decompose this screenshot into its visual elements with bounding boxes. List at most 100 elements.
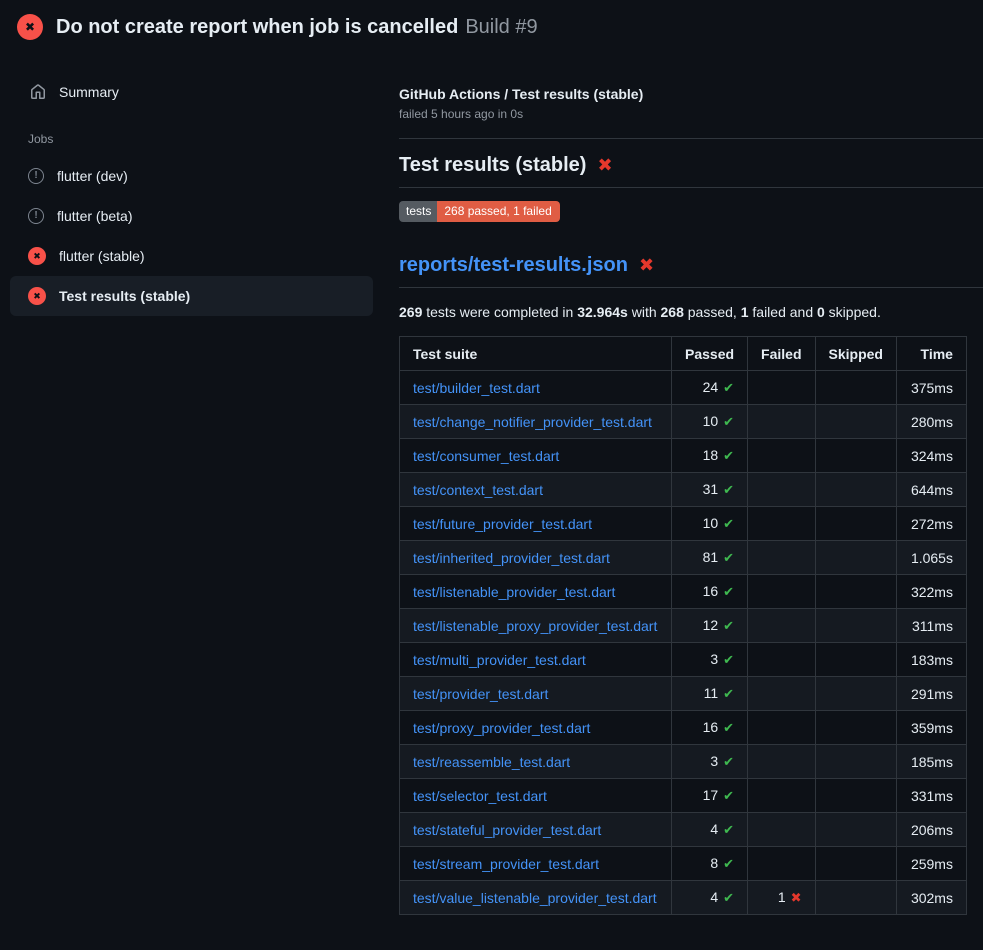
skipped-cell [815,745,896,779]
test-suite-link[interactable]: test/selector_test.dart [413,788,547,804]
skipped-cell [815,643,896,677]
home-icon [30,84,46,100]
test-suite-cell: test/value_listenable_provider_test.dart [400,881,672,915]
test-suite-link[interactable]: test/stateful_provider_test.dart [413,822,601,838]
failed-cell [748,473,815,507]
badge-value: 268 passed, 1 failed [437,201,559,222]
column-header-time: Time [896,337,966,371]
table-row: test/stream_provider_test.dart8✔259ms [400,847,967,881]
skipped-count: 0 [817,304,825,320]
passed-cell: 16✔ [672,711,748,745]
cross-icon: ✖ [791,890,802,905]
test-suite-link[interactable]: test/value_listenable_provider_test.dart [413,890,657,906]
test-suite-cell: test/change_notifier_provider_test.dart [400,405,672,439]
table-row: test/context_test.dart31✔644ms [400,473,967,507]
time-cell: 324ms [896,439,966,473]
column-header-passed: Passed [672,337,748,371]
check-icon: ✔ [723,856,734,871]
sidebar-item-flutter-stable[interactable]: ✖flutter (stable) [10,236,373,276]
sidebar-item-summary[interactable]: Summary [0,74,383,110]
test-suite-link[interactable]: test/provider_test.dart [413,686,548,702]
cancelled-status-icon: ! [28,168,44,184]
time-cell: 1.065s [896,541,966,575]
test-suite-link[interactable]: test/inherited_provider_test.dart [413,550,610,566]
test-suite-link[interactable]: test/listenable_proxy_provider_test.dart [413,618,657,634]
skipped-cell [815,575,896,609]
results-summary: 269 tests were completed in 32.964s with… [399,304,983,320]
table-row: test/future_provider_test.dart10✔272ms [400,507,967,541]
skipped-cell [815,813,896,847]
skipped-cell [815,405,896,439]
test-suite-cell: test/listenable_proxy_provider_test.dart [400,609,672,643]
check-icon: ✔ [723,788,734,803]
skipped-cell [815,541,896,575]
check-icon: ✔ [723,448,734,463]
summary-text: with [628,304,661,320]
table-row: test/multi_provider_test.dart 3✔ 183ms [400,643,967,677]
test-suite-cell: test/context_test.dart [400,473,672,507]
sidebar-item-flutter-dev[interactable]: ! flutter (dev) [10,156,373,196]
test-suite-link[interactable]: test/multi_provider_test.dart [413,652,586,668]
passed-cell: 10✔ [672,405,748,439]
table-row: test/listenable_provider_test.dart 16✔ 322… [400,575,967,609]
passed-cell: 16✔ [672,575,748,609]
sidebar-item-label: flutter (dev) [57,168,128,184]
passed-cell: 3✔ [672,643,748,677]
failed-cell [748,745,815,779]
time-cell: 280ms [896,405,966,439]
report-heading: reports/test-results.json ✖ [399,254,983,288]
skipped-cell [815,881,896,915]
test-suite-link[interactable]: test/consumer_test.dart [413,448,559,464]
test-suite-cell: test/stream_provider_test.dart [400,847,672,881]
skipped-cell [815,507,896,541]
test-suite-cell: test/consumer_test.dart [400,439,672,473]
test-suite-link[interactable]: test/builder_test.dart [413,380,540,396]
check-icon: ✔ [723,618,734,633]
build-failed-icon: ✖ [17,14,43,40]
sidebar-item-test-results-stable[interactable]: ✖Test results (stable) [10,276,373,316]
failed-cell: 1✖ [748,881,815,915]
test-suite-cell: test/proxy_provider_test.dart [400,711,672,745]
build-title: Do not create report when job is cancell… [56,16,458,39]
test-suite-link[interactable]: test/context_test.dart [413,482,543,498]
test-suite-cell: test/stateful_provider_test.dart [400,813,672,847]
test-suite-link[interactable]: test/proxy_provider_test.dart [413,720,590,736]
time-cell: 183ms [896,643,966,677]
passed-cell: 10✔ [672,507,748,541]
test-suite-link[interactable]: test/future_provider_test.dart [413,516,592,532]
sidebar-item-flutter-beta[interactable]: ! flutter (beta) [10,196,373,236]
sidebar-item-label: flutter (stable) [59,248,145,264]
cancelled-status-icon: ! [28,208,44,224]
test-suite-link[interactable]: test/reassemble_test.dart [413,754,570,770]
test-suite-link[interactable]: test/change_notifier_provider_test.dart [413,414,652,430]
check-icon: ✔ [723,686,734,701]
table-row: test/builder_test.dart24✔375ms [400,371,967,405]
column-header-failed: Failed [748,337,815,371]
time-cell: 322ms [896,575,966,609]
failed-cell [748,371,815,405]
table-header-row: Test suite Passed Failed Skipped Time [400,337,967,371]
sidebar-item-label: flutter (beta) [57,208,132,224]
passed-cell: 8✔ [672,847,748,881]
total-count: 269 [399,304,422,320]
failed-cell [748,779,815,813]
test-suite-cell: test/selector_test.dart [400,779,672,813]
time-cell: 311ms [896,609,966,643]
total-time: 32.964s [577,304,628,320]
time-cell: 185ms [896,745,966,779]
time-cell: 644ms [896,473,966,507]
failed-x-icon: ✖ [597,155,612,176]
test-suite-link[interactable]: test/stream_provider_test.dart [413,856,599,872]
table-row: test/stateful_provider_test.dart4✔206ms [400,813,967,847]
section-heading: Test results (stable) ✖ [399,154,983,188]
failed-cell [748,643,815,677]
report-link[interactable]: reports/test-results.json [399,254,628,277]
test-suite-link[interactable]: test/listenable_provider_test.dart [413,584,615,600]
sidebar: Summary Jobs !flutter (dev)!flutter (bet… [0,48,383,316]
failed-cell [748,575,815,609]
test-suite-cell: test/future_provider_test.dart [400,507,672,541]
test-suite-cell: test/multi_provider_test.dart [400,643,672,677]
check-icon: ✔ [723,890,734,905]
main-content: GitHub Actions / Test results (stable) f… [383,48,983,915]
skipped-cell [815,677,896,711]
